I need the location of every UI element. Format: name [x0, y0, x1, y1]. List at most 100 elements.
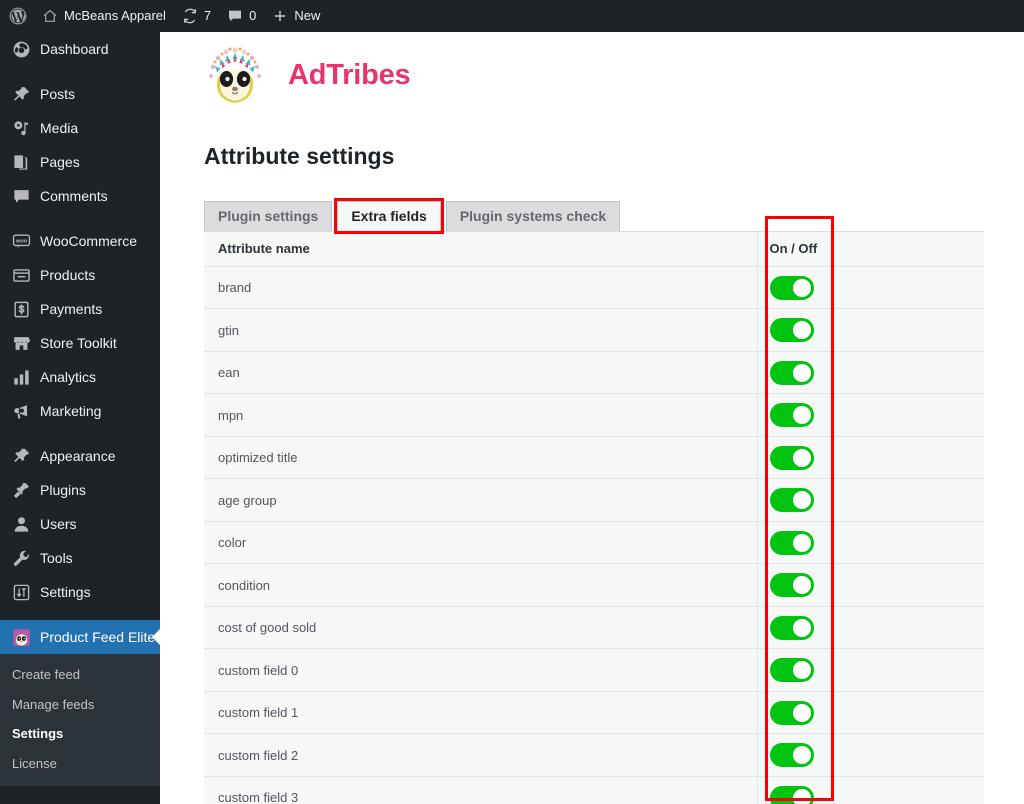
on-off-cell — [757, 393, 834, 437]
table-row: custom field 3 — [204, 776, 984, 804]
adtribes-panda-logo — [204, 44, 266, 106]
sidebar-item-label: Analytics — [40, 369, 97, 385]
content-area: AdTribes Attribute settings Plugin setti… — [160, 32, 1024, 804]
settings-tabs: Plugin settings Extra fields Plugin system… — [204, 197, 1004, 234]
site-name-menu-item[interactable]: McBeans Apparel — [34, 0, 174, 32]
wordpress-logo-icon — [8, 6, 28, 26]
table-row: gtin — [204, 308, 984, 352]
toggle-knob — [792, 363, 811, 382]
column-header-attribute-name: Attribute name — [204, 231, 758, 267]
sidebar-item-products[interactable]: Products — [0, 258, 160, 292]
on-off-cell — [757, 351, 834, 395]
attribute-toggle[interactable] — [769, 530, 814, 555]
attribute-toggle[interactable] — [769, 700, 814, 725]
table-row: ean — [204, 351, 984, 395]
admin-bar: McBeans Apparel 7 0 New — [0, 0, 1024, 32]
page-title: Attribute settings — [204, 143, 395, 169]
admin-menu-list: Dashboard Posts Media Pages Comments woo WooCo… — [0, 32, 160, 787]
sidebar-item-label: Pages — [40, 154, 80, 170]
table-row: custom field 2 — [204, 733, 984, 777]
updates-menu-item[interactable]: 7 — [174, 0, 219, 32]
woocommerce-icon: woo — [11, 231, 31, 251]
attribute-toggle[interactable] — [769, 785, 814, 804]
on-off-cell — [757, 266, 834, 310]
tab-extra-fields[interactable]: Extra fields — [334, 197, 444, 234]
home-icon — [42, 8, 58, 24]
blank-cell — [833, 478, 984, 522]
sidebar-item-dashboard[interactable]: Dashboard — [0, 32, 160, 66]
attribute-toggle[interactable] — [769, 318, 814, 343]
sidebar-item-product-feed-elite[interactable]: Product Feed Elite — [0, 620, 160, 654]
attribute-name-cell: gtin — [204, 308, 758, 352]
blank-cell — [833, 648, 984, 692]
tab-plugin-systems-check[interactable]: Plugin systems check — [445, 200, 621, 231]
menu-separator — [0, 428, 160, 439]
attribute-toggle[interactable] — [769, 615, 814, 640]
menu-separator — [0, 213, 160, 224]
attribute-toggle[interactable] — [769, 403, 814, 428]
sidebar-item-store-toolkit[interactable]: Store Toolkit — [0, 326, 160, 360]
toggle-knob — [792, 703, 811, 722]
sidebar-item-tools[interactable]: Tools — [0, 541, 160, 575]
submenu-item-manage-feeds[interactable]: Manage feeds — [0, 690, 160, 720]
payments-dollar-icon — [11, 299, 31, 319]
comments-menu-item[interactable]: 0 — [219, 0, 264, 32]
sidebar-item-comments[interactable]: Comments — [0, 179, 160, 213]
page-wrap: AdTribes Attribute settings Plugin setti… — [160, 32, 1024, 804]
comment-bubble-icon — [227, 8, 243, 24]
sidebar-item-appearance[interactable]: Appearance — [0, 439, 160, 473]
attribute-toggle[interactable] — [769, 658, 814, 683]
sidebar-item-label: Payments — [40, 301, 103, 317]
submenu-item-license[interactable]: License — [0, 749, 160, 779]
blank-cell — [833, 266, 984, 310]
table-head: Attribute name On / Off — [204, 231, 984, 267]
sidebar-item-posts[interactable]: Posts — [0, 77, 160, 111]
tab-plugin-settings[interactable]: Plugin settings — [204, 200, 333, 231]
sidebar-item-plugins[interactable]: Plugins — [0, 473, 160, 507]
sidebar-item-label: Products — [40, 267, 96, 283]
sidebar-item-payments[interactable]: Payments — [0, 292, 160, 326]
chart-bars-icon — [11, 367, 31, 387]
toggle-knob — [792, 788, 811, 804]
sidebar-item-label: Plugins — [40, 482, 86, 498]
sidebar-item-pages[interactable]: Pages — [0, 145, 160, 179]
attribute-name-cell: custom field 0 — [204, 648, 758, 692]
products-box-icon — [11, 265, 31, 285]
on-off-cell — [757, 691, 834, 735]
plus-icon — [272, 8, 288, 24]
media-icon — [11, 118, 31, 138]
site-name-label: McBeans Apparel — [64, 8, 166, 23]
attribute-toggle[interactable] — [769, 573, 814, 598]
submenu-item-create-feed[interactable]: Create feed — [0, 660, 160, 690]
attribute-toggle[interactable] — [769, 445, 814, 470]
admin-sidebar: Dashboard Posts Media Pages Comments woo WooCo… — [0, 32, 160, 804]
user-icon — [11, 514, 31, 534]
sidebar-item-settings[interactable]: Settings — [0, 575, 160, 609]
wp-logo-menu-item[interactable] — [0, 0, 34, 32]
table-row: mpn — [204, 393, 984, 437]
attribute-toggle[interactable] — [769, 743, 814, 768]
comment-icon — [11, 186, 31, 206]
attribute-toggle[interactable] — [769, 275, 814, 300]
column-header-blank — [833, 231, 984, 267]
pages-icon — [11, 152, 31, 172]
attribute-toggle[interactable] — [769, 360, 814, 385]
blank-cell — [833, 351, 984, 395]
sidebar-item-woocommerce[interactable]: woo WooCommerce — [0, 224, 160, 258]
table-body: brand gtin ean mpn optimized title age group c… — [204, 266, 984, 804]
sidebar-item-users[interactable]: Users — [0, 507, 160, 541]
on-off-cell — [757, 436, 834, 480]
sidebar-item-marketing[interactable]: Marketing — [0, 394, 160, 428]
table-row: condition — [204, 563, 984, 607]
sidebar-item-media[interactable]: Media — [0, 111, 160, 145]
blank-cell — [833, 606, 984, 650]
sliders-icon — [11, 582, 31, 602]
attribute-toggle[interactable] — [769, 488, 814, 513]
sidebar-item-analytics[interactable]: Analytics — [0, 360, 160, 394]
toggle-knob — [792, 321, 811, 340]
menu-separator — [0, 609, 160, 620]
submenu-item-settings[interactable]: Settings — [0, 719, 160, 749]
toggle-knob — [792, 618, 811, 637]
new-content-menu-item[interactable]: New — [264, 0, 328, 32]
on-off-cell — [757, 606, 834, 650]
